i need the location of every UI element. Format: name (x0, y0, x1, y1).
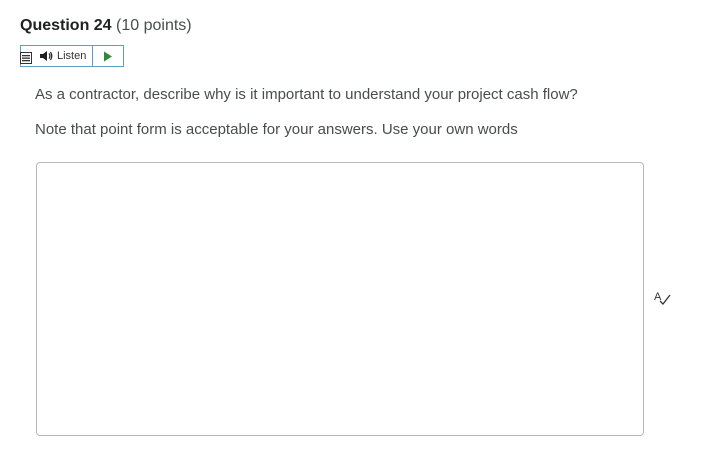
play-icon (104, 51, 113, 61)
question-instructions: Note that point form is acceptable for y… (35, 121, 518, 138)
question-page: Question 24 (10 points) Listen As a cont… (0, 0, 715, 457)
question-title: Question 24 (20, 17, 112, 34)
answer-textarea[interactable] (36, 162, 644, 436)
play-button[interactable] (93, 46, 123, 66)
listen-widget: Listen (20, 45, 125, 67)
menu-icon[interactable] (20, 52, 32, 64)
spellcheck-icon[interactable]: A (654, 290, 672, 306)
question-points: (10 points) (116, 17, 192, 34)
question-header: Question 24 (10 points) (20, 16, 192, 36)
question-prompt: As a contractor, describe why is it impo… (35, 86, 578, 103)
speaker-icon (40, 51, 53, 61)
listen-label: Listen (57, 50, 87, 62)
